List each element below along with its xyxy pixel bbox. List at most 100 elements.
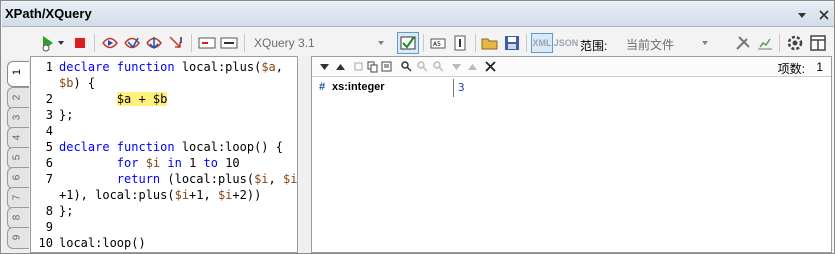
results-toolbar: 项数: 1 — [312, 57, 831, 77]
step-out-icon[interactable] — [144, 33, 164, 53]
tab-2[interactable]: 2 — [7, 87, 29, 109]
code-text: declare function local:loop() { — [53, 139, 283, 155]
json-mode-button[interactable]: JSON — [553, 33, 579, 53]
result-row-hash: # — [319, 81, 326, 93]
step-into-icon[interactable] — [100, 33, 120, 53]
code-token: local:plus( — [181, 60, 262, 74]
line-number: 4 — [45, 124, 53, 138]
triangle-up-icon[interactable] — [334, 60, 347, 73]
code-text: }; — [53, 203, 73, 219]
search-icon[interactable] — [400, 60, 413, 73]
tab-6[interactable]: 6 — [7, 167, 29, 189]
code-token: 10 — [225, 156, 240, 170]
execute-icon[interactable] — [38, 33, 58, 53]
find-prev-icon[interactable] — [432, 60, 445, 73]
code-token: return — [116, 172, 168, 186]
tab-1[interactable]: 1 — [7, 61, 29, 87]
code-text: +1), local:plus($i+1, $i+2)) — [53, 187, 261, 203]
open-folder-icon[interactable] — [480, 33, 500, 53]
code-token: +2)) — [232, 188, 262, 202]
window-title: XPath/XQuery — [5, 6, 92, 21]
xml-mode-label: XML — [532, 38, 552, 48]
execute-dropdown-icon[interactable] — [56, 33, 66, 53]
result-row-type: xs:integer — [332, 81, 385, 93]
code-token: }; — [59, 204, 74, 218]
result-row[interactable]: # xs:integer 3 — [312, 79, 831, 97]
copy-all-icon[interactable] — [380, 60, 393, 73]
builder-mode-icon[interactable] — [397, 32, 419, 54]
tab-9[interactable]: 9 — [7, 227, 29, 249]
previous-result-icon[interactable] — [466, 60, 479, 73]
code-token: , — [275, 60, 283, 74]
step-over-icon[interactable] — [122, 33, 142, 53]
line-number: 8 — [45, 204, 53, 218]
save-icon[interactable] — [502, 33, 522, 53]
next-result-icon[interactable] — [450, 60, 463, 73]
run-to-cursor-icon[interactable] — [166, 33, 186, 53]
tab-label: 6 — [11, 174, 23, 181]
item-count-label: 项数: — [777, 62, 805, 76]
text-mode-icon[interactable]: A5 — [428, 33, 448, 53]
tab-label: 1 — [11, 68, 24, 76]
query-tabs: 1 2 3 4 5 6 7 8 9 — [2, 59, 30, 253]
code-token: $i — [217, 188, 233, 202]
line-number: 3 — [45, 108, 53, 122]
query-editor[interactable]: 1 declare function local:plus($a, $b) {2 $… — [30, 56, 298, 253]
main-toolbar: XQuery 3.1 A5 XML JSON 范围: 当前文件 — [2, 28, 834, 58]
info-icon[interactable] — [450, 33, 470, 53]
tools-icon[interactable] — [733, 33, 753, 53]
code-token: $i — [254, 172, 269, 186]
chart-icon[interactable] — [755, 33, 775, 53]
square-icon[interactable] — [352, 60, 365, 73]
scope-select[interactable]: 当前文件 — [622, 33, 712, 53]
dropdown-arrow-icon[interactable] — [795, 8, 809, 22]
line-number: 9 — [45, 220, 53, 234]
column-divider[interactable] — [453, 79, 454, 97]
find-next-icon[interactable] — [416, 60, 429, 73]
pane-splitter[interactable] — [299, 56, 311, 253]
code-token: (local:plus( — [167, 172, 255, 186]
tab-3[interactable]: 3 — [7, 107, 29, 129]
tab-label: 7 — [11, 194, 23, 201]
copy-icon[interactable] — [366, 60, 379, 73]
line-number: 5 — [45, 140, 53, 154]
line-number: 1 — [45, 60, 53, 74]
result-row-value: 3 — [458, 81, 465, 94]
tab-label: 4 — [11, 134, 23, 141]
code-text: local:loop() — [53, 235, 146, 251]
code-token: $a — [261, 60, 276, 74]
close-icon[interactable] — [817, 8, 831, 22]
code-token: to — [203, 156, 226, 170]
stop-icon[interactable] — [70, 33, 90, 53]
layout-icon[interactable] — [808, 33, 828, 53]
code-line: 10 local:loop() — [31, 235, 146, 251]
triangle-down-icon[interactable] — [318, 60, 331, 73]
code-line: 6 for $i in 1 to 10 — [31, 155, 240, 171]
line-number: 7 — [45, 172, 53, 186]
tab-8[interactable]: 8 — [7, 207, 29, 229]
tracepoint-icon[interactable] — [219, 33, 239, 53]
code-token: local:loop() — [59, 236, 146, 250]
line-number: 10 — [38, 236, 53, 250]
code-token: ) { — [73, 76, 96, 90]
code-token: in — [160, 156, 190, 170]
tab-label: 8 — [11, 214, 23, 221]
code-token: $i — [282, 172, 298, 186]
svg-text:A5: A5 — [433, 41, 441, 48]
breakpoint-icon[interactable] — [197, 33, 217, 53]
gear-icon[interactable] — [785, 33, 805, 53]
tab-4[interactable]: 4 — [7, 127, 29, 149]
code-line: 1 declare function local:plus($a, — [31, 59, 283, 75]
language-select[interactable]: XQuery 3.1 — [250, 33, 388, 53]
tab-7[interactable]: 7 — [7, 187, 29, 209]
tab-5[interactable]: 5 — [7, 147, 29, 169]
json-mode-label: JSON — [553, 38, 579, 48]
xml-mode-button[interactable]: XML — [531, 33, 553, 53]
close-icon[interactable] — [484, 60, 497, 73]
code-token: for — [116, 156, 146, 170]
code-line: +1), local:plus($i+1, $i+2)) — [31, 187, 261, 203]
code-line: $b) { — [31, 75, 95, 91]
code-line: 7 return (local:plus($i, $i — [31, 171, 298, 187]
code-line: 3}; — [31, 107, 74, 123]
